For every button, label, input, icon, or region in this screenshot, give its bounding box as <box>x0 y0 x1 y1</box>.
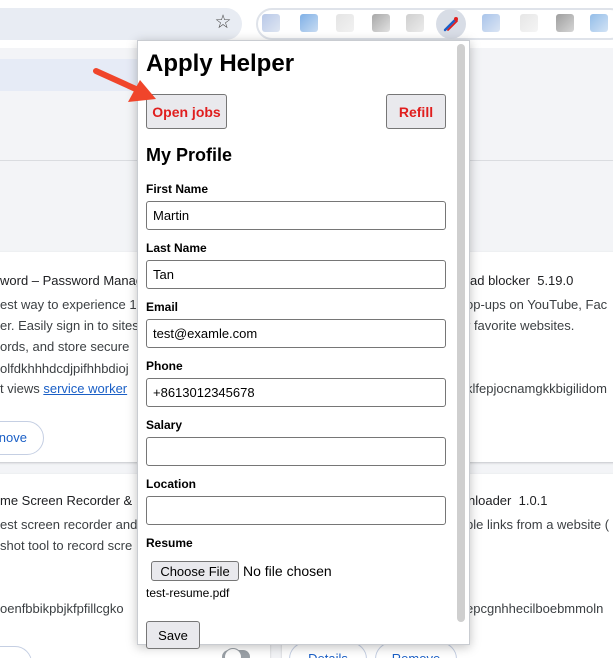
extension-description: ble links from a website ( <box>466 517 610 532</box>
annotation-arrow-icon <box>93 68 156 102</box>
extension-icon[interactable] <box>556 14 574 32</box>
service-worker-link[interactable]: service worker <box>43 381 127 396</box>
phone-input[interactable] <box>146 378 446 407</box>
popup-title: Apply Helper <box>146 50 295 77</box>
extension-title: ad blocker 5.19.0 <box>470 273 573 288</box>
email-label: Email <box>146 300 179 314</box>
extension-icon[interactable] <box>590 14 608 32</box>
extension-id: oenfbbikpbjkfpfillcgko <box>0 601 124 616</box>
extension-icon[interactable] <box>336 14 354 32</box>
first-name-input[interactable] <box>146 201 446 230</box>
extension-description: er. Easily sign in to sites <box>0 318 139 333</box>
extension-icon[interactable] <box>300 14 318 32</box>
extension-description: shot tool to record scre <box>0 538 133 553</box>
extension-icon[interactable] <box>372 14 390 32</box>
email-input[interactable] <box>146 319 446 348</box>
extension-description: est screen recorder and <box>0 517 138 532</box>
extension-icon[interactable] <box>262 14 280 32</box>
extension-icon[interactable] <box>520 14 538 32</box>
extension-title: nloader 1.0.1 <box>468 493 548 508</box>
extension-description: est way to experience 1 <box>0 297 137 312</box>
location-input[interactable] <box>146 496 446 525</box>
choose-file-button[interactable]: Choose File <box>151 561 239 581</box>
last-name-input[interactable] <box>146 260 446 289</box>
apply-helper-extension-icon <box>443 17 458 32</box>
star-icon[interactable]: ☆ <box>213 12 233 34</box>
extension-id: epcgnhhecilboebmmoln <box>466 601 604 616</box>
refill-button[interactable]: Refill <box>386 94 446 129</box>
section-title: My Profile <box>146 145 233 165</box>
remove-button[interactable]: nove <box>0 421 44 455</box>
location-label: Location <box>146 477 196 491</box>
extension-description: ords, and store secure <box>0 339 130 354</box>
extension-name: nloader <box>468 493 512 508</box>
extension-icon[interactable] <box>482 14 500 32</box>
extension-id: olfdkhhhdcdjpifhhbdioj <box>0 361 129 376</box>
extension-version: 1.0.1 <box>518 493 548 508</box>
file-status: No file chosen <box>243 563 332 579</box>
extension-icon[interactable] <box>406 14 424 32</box>
apply-helper-extension-icon[interactable] <box>436 9 466 39</box>
extension-version: 5.19.0 <box>537 273 574 288</box>
address-bar[interactable] <box>0 8 242 40</box>
extension-name: ad blocker <box>470 273 530 288</box>
last-name-label: Last Name <box>146 241 207 255</box>
salary-label: Salary <box>146 418 183 432</box>
phone-label: Phone <box>146 359 183 373</box>
first-name-label: First Name <box>146 182 209 196</box>
inspect-views-label: t views <box>0 381 44 396</box>
extension-title: word – Password Manag <box>0 273 144 288</box>
extension-description: r favorite websites. <box>466 318 575 333</box>
extension-title: me Screen Recorder & <box>0 493 133 508</box>
salary-input[interactable] <box>146 437 446 466</box>
popup-scrollbar[interactable] <box>457 44 465 622</box>
inspect-views: t views service worker <box>0 381 127 396</box>
extension-id: klfepjocnamgkkbigilidom <box>466 381 607 396</box>
save-button[interactable]: Save <box>146 621 200 649</box>
current-resume-file: test-resume.pdf <box>146 586 230 600</box>
resume-label: Resume <box>146 536 193 550</box>
extension-description: op-ups on YouTube, Fac <box>466 297 608 312</box>
